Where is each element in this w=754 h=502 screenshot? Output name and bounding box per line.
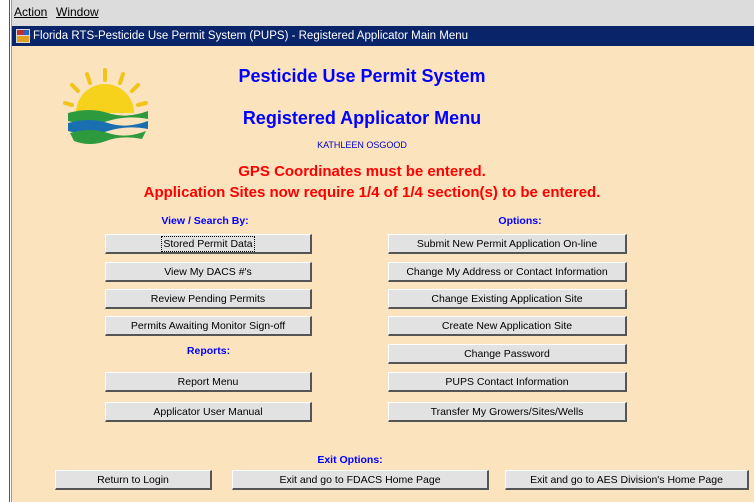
applicator-user-manual-label: Applicator User Manual — [153, 405, 263, 418]
main-panel: Pesticide Use Permit System Registered A… — [12, 46, 754, 502]
application-site-notice: Application Sites now require 1/4 of 1/4… — [143, 184, 601, 201]
transfer-growers-label: Transfer My Growers/Sites/Wells — [430, 405, 584, 418]
review-pending-permits-label: Review Pending Permits — [150, 292, 266, 305]
change-existing-site-label: Change Existing Application Site — [431, 292, 583, 305]
menu-window-label: Window — [56, 5, 99, 19]
applicator-user-manual-button[interactable]: Applicator User Manual — [105, 402, 312, 422]
system-title: Pesticide Use Permit System — [238, 66, 486, 86]
change-password-button[interactable]: Change Password — [388, 344, 627, 364]
view-dacs-label: View My DACS #'s — [164, 265, 252, 278]
pups-contact-label: PUPS Contact Information — [445, 375, 569, 388]
review-pending-permits-button[interactable]: Review Pending Permits — [105, 289, 312, 309]
view-search-heading: View / Search By: — [161, 215, 249, 227]
menu-action[interactable]: Action — [14, 5, 47, 19]
permits-awaiting-monitor-button[interactable]: Permits Awaiting Monitor Sign-off — [105, 316, 312, 336]
app-icon — [16, 29, 30, 43]
user-name: KATHLEEN OSGOOD — [317, 140, 407, 150]
stored-permit-data-label: Stored Permit Data — [161, 235, 255, 252]
menu-title: Registered Applicator Menu — [242, 108, 482, 128]
pups-contact-button[interactable]: PUPS Contact Information — [388, 372, 627, 392]
exit-fdacs-label: Exit and go to FDACS Home Page — [279, 473, 441, 486]
submit-permit-application-button[interactable]: Submit New Permit Application On-line — [388, 234, 627, 254]
exit-fdacs-button[interactable]: Exit and go to FDACS Home Page — [232, 470, 489, 490]
change-address-button[interactable]: Change My Address or Contact Information — [388, 262, 627, 282]
exit-options-heading: Exit Options: — [317, 454, 383, 466]
change-existing-site-button[interactable]: Change Existing Application Site — [388, 289, 627, 309]
create-new-site-label: Create New Application Site — [441, 319, 573, 332]
report-menu-button[interactable]: Report Menu — [105, 372, 312, 392]
options-heading: Options: — [498, 215, 542, 227]
transfer-growers-button[interactable]: Transfer My Growers/Sites/Wells — [388, 402, 627, 422]
menu-window[interactable]: Window — [56, 5, 99, 19]
return-to-login-label: Return to Login — [97, 473, 169, 486]
change-address-label: Change My Address or Contact Information — [406, 265, 608, 278]
menu-action-label: Action — [14, 5, 48, 19]
change-password-label: Change Password — [464, 347, 550, 360]
window-title: Florida RTS-Pesticide Use Permit System … — [33, 30, 469, 42]
gps-notice: GPS Coordinates must be entered. — [238, 163, 486, 180]
exit-aes-label: Exit and go to AES Division's Home Page — [530, 473, 723, 486]
create-new-site-button[interactable]: Create New Application Site — [388, 316, 627, 336]
screen: Action Window Florida RTS-Pesticide Use … — [0, 0, 754, 502]
exit-aes-button[interactable]: Exit and go to AES Division's Home Page — [505, 470, 749, 490]
report-menu-label: Report Menu — [177, 375, 239, 388]
sun-over-field-logo-icon — [63, 68, 148, 144]
view-dacs-button[interactable]: View My DACS #'s — [105, 262, 312, 282]
window-titlebar[interactable]: Florida RTS-Pesticide Use Permit System … — [12, 26, 754, 46]
reports-heading: Reports: — [186, 345, 231, 357]
left-window-edge — [0, 0, 12, 502]
return-to-login-button[interactable]: Return to Login — [55, 470, 212, 490]
submit-permit-application-label: Submit New Permit Application On-line — [416, 237, 598, 250]
stored-permit-data-button[interactable]: Stored Permit Data — [105, 234, 312, 254]
menu-bar: Action Window — [12, 0, 754, 26]
permits-awaiting-monitor-label: Permits Awaiting Monitor Sign-off — [130, 319, 286, 332]
